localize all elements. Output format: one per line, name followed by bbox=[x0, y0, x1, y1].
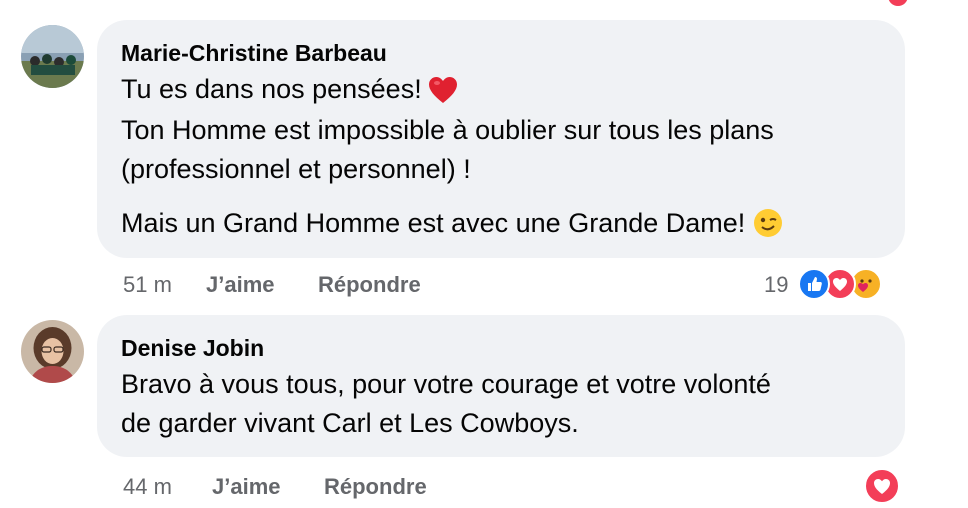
comment-timestamp[interactable]: 44 m bbox=[123, 474, 172, 500]
heart-emoji-icon bbox=[428, 76, 458, 111]
like-button[interactable]: J’aime bbox=[206, 272, 275, 298]
comment-bubble: Marie-Christine Barbeau Tu es dans nos p… bbox=[97, 20, 905, 258]
wink-emoji-icon bbox=[753, 208, 783, 245]
reaction-count: 19 bbox=[764, 272, 789, 297]
reply-button[interactable]: Répondre bbox=[318, 272, 421, 298]
comment-author[interactable]: Denise Jobin bbox=[121, 335, 264, 362]
comment-text-line: (professionnel et personnel) ! bbox=[121, 154, 471, 184]
reply-button[interactable]: Répondre bbox=[324, 474, 427, 500]
like-button[interactable]: J’aime bbox=[212, 474, 281, 500]
comment-text-line: Bravo à vous tous, pour votre courage et… bbox=[121, 369, 771, 399]
comment-timestamp[interactable]: 51 m bbox=[123, 272, 172, 298]
love-icon bbox=[864, 468, 900, 504]
avatar[interactable] bbox=[21, 320, 84, 383]
reaction-summary[interactable] bbox=[862, 466, 902, 504]
comment-text-line: Mais un Grand Homme est avec une Grande … bbox=[121, 208, 783, 245]
avatar[interactable] bbox=[21, 25, 84, 88]
like-icon bbox=[798, 268, 830, 300]
comment-text-line: de garder vivant Carl et Les Cowboys. bbox=[121, 408, 579, 438]
comment-bubble: Denise Jobin Bravo à vous tous, pour vot… bbox=[97, 315, 905, 457]
comment-text-line: Tu es dans nos pensées! bbox=[121, 74, 458, 111]
reaction-summary[interactable]: 19 bbox=[760, 266, 900, 302]
comment-author[interactable]: Marie-Christine Barbeau bbox=[121, 40, 387, 67]
previous-comment-reaction-icon bbox=[888, 0, 908, 6]
comment-text-line: Ton Homme est impossible à oublier sur t… bbox=[121, 115, 774, 145]
